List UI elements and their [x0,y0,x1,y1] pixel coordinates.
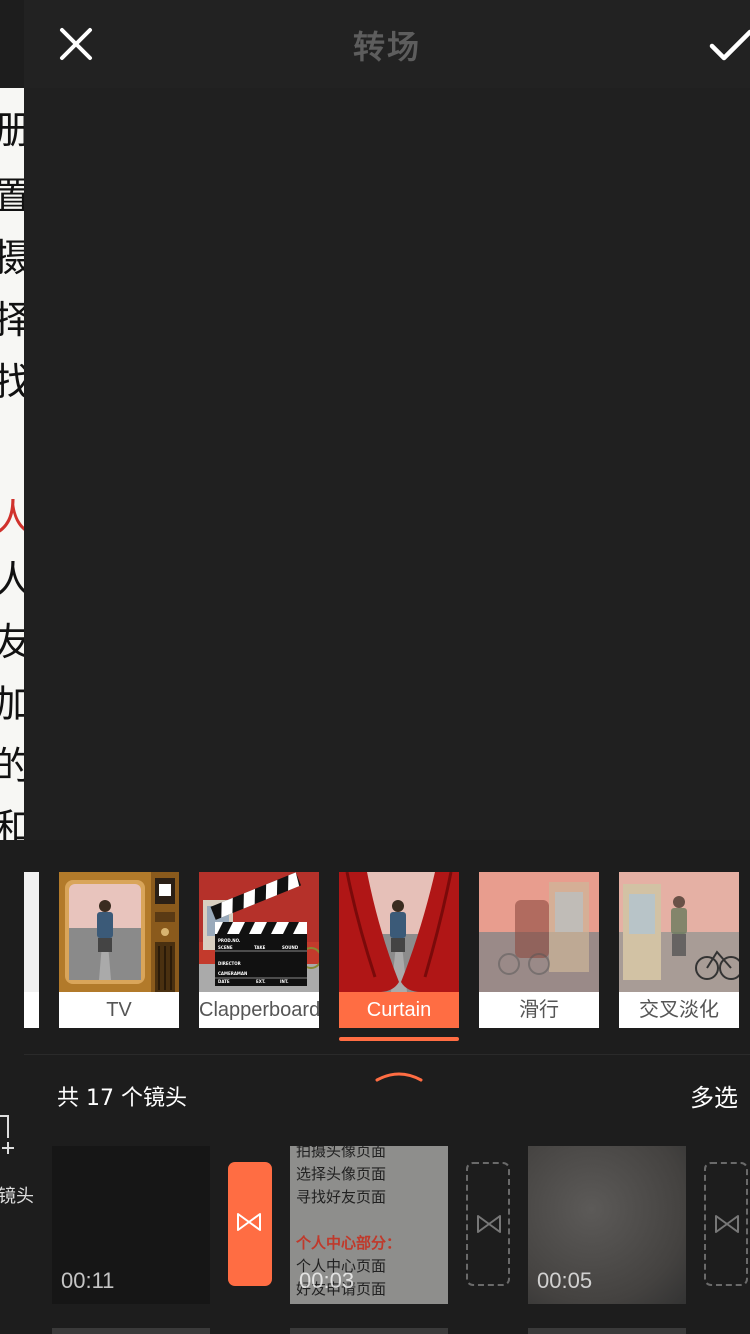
transition-list: TV PROD.NO. SCENE TAKE SOUND DIRECTOR CA… [24,840,750,1054]
clapperboard-thumbnail-image: PROD.NO. SCENE TAKE SOUND DIRECTOR CAMER… [199,872,319,992]
transition-thumbnail [59,872,179,992]
doc-char: 择 [0,298,24,342]
doc-char: 置 [0,174,24,218]
clapperboard-text: EXT. [256,979,266,984]
doc-char: 友 [0,620,24,664]
bowtie-icon [477,1215,501,1233]
tv-thumbnail-image [59,872,179,992]
transition-label [24,992,39,1028]
clapperboard-text: SCENE [218,945,233,950]
clip-panel: 共 17 个镜头 多选 镜头 00:11 拍摄头像页面 选择头像页面 寻找好友页… [0,1054,750,1334]
doc-char: 和 [0,806,24,840]
clapperboard-text: CAMERAMAN [218,971,247,976]
transition-thumbnail [479,872,599,992]
clapperboard-text: INT. [280,979,289,984]
clip-thumbnail-peek [290,1328,448,1334]
video-preview[interactable] [24,88,750,840]
crossfade-thumbnail-image [619,872,739,992]
transition-item-slide[interactable]: 滑行 [479,872,599,1028]
transition-item-curtain[interactable]: Curtain [339,872,459,1028]
divider [24,1054,750,1055]
clip-thumbnail[interactable]: 拍摄头像页面 选择头像页面 寻找好友页面 个人中心部分： 个人中心页面 好友申请… [290,1146,448,1304]
transition-item-crossfade[interactable]: 交叉淡化 [619,872,739,1028]
doc-char: 册 [0,108,24,152]
transition-thumbnail [24,872,39,992]
doc-line: 拍摄头像页面 [296,1146,387,1160]
transition-thumbnail [339,872,459,992]
clip-thumbnail-peek [528,1328,686,1334]
doc-char: 的 [0,744,24,788]
chevron-up-icon[interactable] [375,1070,423,1082]
clip-duration: 00:11 [61,1268,115,1293]
clapperboard-text: PROD.NO. [218,938,241,943]
clip-duration: 00:05 [537,1268,593,1293]
background-document-strip: 册 置 摄 择 找 人 人 友 加 的 和 [0,88,24,840]
doc-char: 人 [0,496,24,540]
check-icon [709,29,750,61]
transition-label: Curtain [339,992,459,1028]
doc-char: 摄 [0,236,24,280]
clip-thumbnail-peek [52,1328,210,1334]
confirm-button[interactable] [708,28,750,64]
transition-label: Clapperboard [199,992,319,1028]
curtain-thumbnail-image [339,872,459,992]
clip-thumbnail[interactable]: 00:11 [52,1146,210,1304]
transition-label: TV [59,992,179,1028]
transition-slot-button[interactable] [466,1162,510,1286]
doc-line: 选择头像页面 [296,1165,387,1183]
clapperboard-text: TAKE [254,945,266,950]
add-clip-label: 镜头 [0,1186,34,1207]
doc-char: 找 [0,360,24,404]
clip-count-label: 共 17 个镜头 [57,1086,187,1111]
top-bar: 转场 [24,0,750,88]
multi-select-button[interactable]: 多选 [690,1078,738,1113]
bowtie-icon [237,1213,261,1231]
transition-label: 交叉淡化 [619,992,739,1028]
transition-item[interactable] [24,872,39,1028]
doc-line [296,1209,448,1232]
clapperboard-text: DATE [218,979,230,984]
bowtie-icon [715,1215,739,1233]
slide-thumbnail-image [479,872,599,992]
page-title: 转场 [352,28,421,66]
transition-item-clapperboard[interactable]: PROD.NO. SCENE TAKE SOUND DIRECTOR CAMER… [199,872,319,1028]
clapperboard-text: DIRECTOR [218,961,241,966]
add-clip-icon [0,1115,14,1154]
transition-thumbnail [619,872,739,992]
clip-duration: 00:03 [299,1268,355,1293]
clip-thumbnail[interactable]: 00:05 [528,1146,686,1304]
transition-thumbnail: PROD.NO. SCENE TAKE SOUND DIRECTOR CAMER… [199,872,319,992]
transition-slot-button[interactable] [704,1162,748,1286]
selected-transition-indicator [339,1037,459,1041]
doc-char: 加 [0,682,24,726]
transition-slot-button[interactable] [228,1162,272,1286]
doc-char: 人 [0,558,24,602]
transition-label: 滑行 [479,992,599,1028]
clapperboard-text: SOUND [282,945,299,950]
doc-line: 寻找好友页面 [296,1188,387,1206]
transition-item-tv[interactable]: TV [59,872,179,1028]
doc-line: 个人中心部分： [296,1234,402,1252]
